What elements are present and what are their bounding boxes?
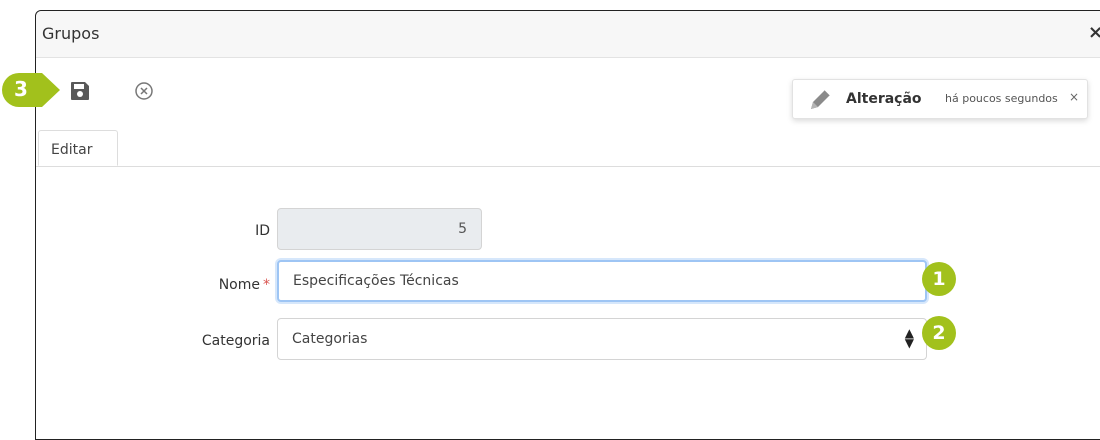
select-arrows-icon: ▲ ▼ <box>904 326 914 350</box>
window-close-button[interactable]: × <box>1088 22 1100 43</box>
callout-arrow-shape <box>2 73 60 107</box>
window-title: Grupos <box>42 24 100 43</box>
pencil-icon <box>811 89 831 109</box>
id-label: ID <box>150 223 270 239</box>
title-bar: Grupos × <box>36 11 1100 58</box>
notification-title: Alteração <box>846 91 922 107</box>
save-button[interactable] <box>66 77 94 105</box>
id-label-text: ID <box>255 223 270 239</box>
nome-label-text: Nome <box>218 277 260 293</box>
cancel-button[interactable] <box>130 77 158 105</box>
categoria-label-text: Categoria <box>201 333 270 349</box>
circle-x-icon <box>135 82 153 100</box>
tab-editar[interactable]: Editar <box>38 130 118 166</box>
callout-badge-3: 3 <box>0 71 66 109</box>
notification-time: há poucos segundos <box>945 92 1058 105</box>
tab-bar: Editar <box>36 126 1100 167</box>
notification-close-button[interactable]: × <box>1069 90 1079 104</box>
required-asterisk: * <box>263 277 270 293</box>
nome-input[interactable] <box>277 260 927 302</box>
categoria-label: Categoria <box>150 333 270 349</box>
nome-label: Nome * <box>150 277 270 293</box>
categoria-select[interactable]: Categorias ▲ ▼ <box>277 318 927 360</box>
callout-badge-1: 1 <box>922 262 956 296</box>
callout-badge-2: 2 <box>922 316 956 350</box>
dialog-window: Grupos × Editar ID 5 Nome* Categoria Cat… <box>35 10 1100 440</box>
save-icon <box>71 82 89 100</box>
notification-toast: Alteração há poucos segundos × <box>792 79 1088 119</box>
callout-number-3: 3 <box>14 77 28 101</box>
categoria-selected-value: Categorias <box>292 331 368 347</box>
id-field: 5 <box>277 208 482 250</box>
